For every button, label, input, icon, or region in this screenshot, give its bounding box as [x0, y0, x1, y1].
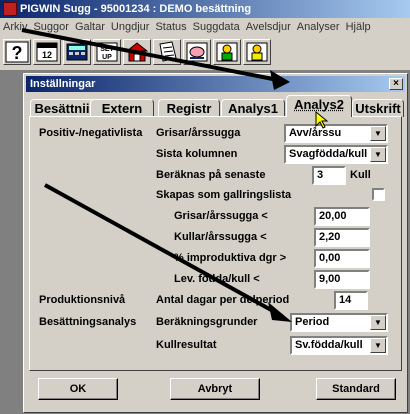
chevron-down-icon: ▼ [370, 315, 386, 330]
kull-label: Kullresultat [156, 339, 217, 351]
levf-label: Lev. födda/kull < [174, 273, 260, 285]
calendar-button[interactable]: 12 [33, 39, 61, 65]
kullar-label: Kullar/årssugga < [174, 231, 267, 243]
menu-bar: Arkiv Suggor Galtar Ungdjur Status Suggdata Av… [0, 18, 410, 36]
tab-besattning[interactable]: Besättnii [30, 99, 94, 117]
ok-button[interactable]: OK [38, 378, 118, 400]
sista-select-value: Svagfödda/kull [289, 148, 368, 160]
dialog-title: Inställningar [30, 78, 96, 90]
tab-analys2[interactable]: Analys2 [286, 95, 352, 117]
chevron-down-icon: ▼ [370, 338, 386, 353]
standard-button[interactable]: Standard [316, 378, 396, 400]
calendar-icon: 12 [36, 42, 58, 62]
menu-suggdata[interactable]: Suggdata [190, 18, 243, 36]
grisar-lt-label: Grisar/årssugga < [174, 210, 268, 222]
berakning-select-value: Period [295, 316, 330, 328]
window-title: PIGWIN Sugg - 95001234 : DEMO besättning [20, 3, 252, 15]
close-icon: × [393, 78, 399, 89]
tab-registr[interactable]: Registr [158, 99, 220, 117]
kullar-input[interactable]: 2,20 [314, 228, 370, 247]
svg-text:UP: UP [102, 54, 112, 61]
chevron-down-icon: ▼ [370, 126, 386, 141]
toolbar: ? 12 SET UP [0, 36, 410, 70]
berakning-label: Beräkningsgrunder [156, 316, 258, 328]
menu-galtar[interactable]: Galtar [72, 18, 108, 36]
barn-button[interactable] [123, 39, 151, 65]
grisar-select[interactable]: Avv/årssu ▼ [284, 124, 388, 143]
kull-select-value: Sv.födda/kull [295, 339, 363, 351]
improd-input[interactable]: 0,00 [314, 249, 370, 268]
tab-analys1[interactable]: Analys1 [221, 99, 285, 117]
tab-utskrift[interactable]: Utskrift [352, 99, 404, 117]
gallring-label: Skapas som gallringslista [156, 189, 292, 201]
svg-text:12: 12 [42, 50, 52, 60]
beraknas-label: Beräknas på senaste [156, 169, 266, 181]
improd-label: % improduktiva dgr > [174, 252, 287, 264]
calculator-button[interactable] [63, 39, 91, 65]
setup-icon: SETUP [96, 42, 118, 62]
section-besattning-label: Besättningsanalys [39, 316, 137, 328]
user-yellow-icon [246, 42, 268, 62]
menu-status[interactable]: Status [152, 18, 189, 36]
dialog-title-bar: Inställningar × [26, 76, 405, 92]
beraknas-unit: Kull [350, 169, 371, 181]
cancel-button[interactable]: Avbryt [170, 378, 260, 400]
section-positiv-label: Positiv-/negativlista [39, 127, 143, 139]
kull-select[interactable]: Sv.födda/kull ▼ [290, 336, 388, 355]
settings-dialog: Inställningar × Besättnii Extern Registr… [23, 73, 408, 413]
menu-arkiv[interactable]: Arkiv [0, 18, 30, 36]
user-yellow-button[interactable] [243, 39, 271, 65]
tab-extern[interactable]: Extern [90, 99, 154, 117]
grisar-lt-input[interactable]: 20,00 [314, 207, 370, 226]
calculator-icon [66, 43, 88, 61]
menu-avelsdjur[interactable]: Avelsdjur [243, 18, 294, 36]
grisar-label: Grisar/årssugga [156, 127, 241, 139]
levf-input[interactable]: 9,00 [314, 270, 370, 289]
app-icon [3, 2, 17, 16]
chevron-down-icon: ▼ [370, 147, 386, 162]
beraknas-input[interactable]: 3 [312, 166, 346, 185]
application-window: PIGWIN Sugg - 95001234 : DEMO besättning… [0, 0, 410, 414]
grisar-select-value: Avv/årssu [289, 127, 342, 139]
close-button[interactable]: × [389, 78, 403, 90]
svg-text:SET: SET [100, 46, 114, 53]
dagar-label: Antal dagar per delperiod [156, 294, 290, 306]
section-produktion-label: Produktionsnivå [39, 294, 126, 306]
pig-icon [186, 42, 208, 62]
berakning-select[interactable]: Period ▼ [290, 313, 388, 332]
menu-ungdjur[interactable]: Ungdjur [108, 18, 153, 36]
user-green-icon [216, 42, 238, 62]
sista-label: Sista kolumnen [156, 148, 238, 160]
sista-select[interactable]: Svagfödda/kull ▼ [284, 145, 388, 164]
barn-icon [125, 42, 149, 62]
menu-suggor[interactable]: Suggor [30, 18, 71, 36]
user-green-button[interactable] [213, 39, 241, 65]
title-bar: PIGWIN Sugg - 95001234 : DEMO besättning [0, 0, 410, 18]
document-button[interactable] [153, 39, 181, 65]
menu-hjalp[interactable]: Hjälp [343, 18, 374, 36]
help-button[interactable]: ? [3, 39, 31, 65]
gallring-checkbox[interactable] [372, 188, 385, 201]
dagar-input[interactable]: 14 [334, 291, 368, 310]
help-icon: ? [5, 41, 29, 63]
svg-text:?: ? [12, 43, 23, 63]
setup-button[interactable]: SET UP [93, 39, 121, 65]
pig-button[interactable] [183, 39, 211, 65]
document-icon [159, 41, 177, 62]
tab-panel-analys2: Positiv-/negativlista Grisar/årssugga Av… [29, 116, 402, 371]
menu-analyser[interactable]: Analyser [294, 18, 343, 36]
